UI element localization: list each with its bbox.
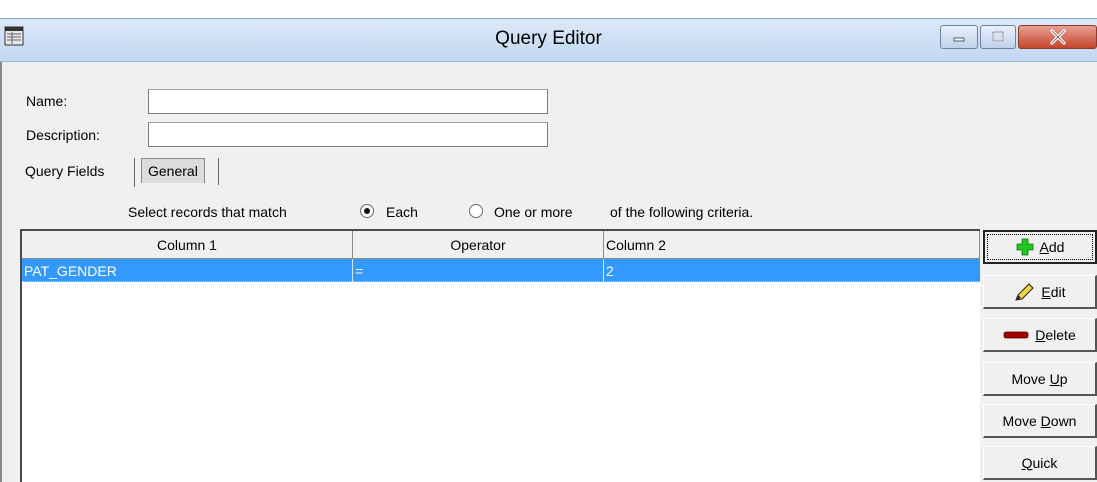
maximize-button[interactable] <box>980 25 1016 49</box>
move-down-button[interactable]: Move Down <box>983 404 1097 438</box>
title-bar[interactable]: Query Editor <box>0 18 1097 62</box>
table-row[interactable]: PAT_GENDER = 2 <box>22 259 980 282</box>
close-button[interactable] <box>1018 25 1097 49</box>
window-title: Query Editor <box>495 28 602 49</box>
radio-one-or-more-label[interactable]: One or more <box>494 204 573 220</box>
criteria-grid[interactable]: Column 1 Operator Column 2 PAT_GENDER = … <box>20 229 980 482</box>
criteria-prefix: Select records that match <box>128 204 287 220</box>
criteria-suffix: of the following criteria. <box>610 204 754 220</box>
edit-button-label: Edit <box>1041 283 1066 300</box>
column-header-column2[interactable]: Column 2 <box>604 231 980 259</box>
add-button-label: Add <box>1039 239 1065 255</box>
move-up-button[interactable]: Move Up <box>983 362 1097 396</box>
move-up-button-label: Move Up <box>1011 370 1068 387</box>
query-editor-window: Query Editor Name: Description: Query Fi… <box>0 0 1097 482</box>
column-header-operator[interactable]: Operator <box>353 231 604 259</box>
minimize-button[interactable] <box>940 25 978 49</box>
maximize-icon <box>992 31 1004 42</box>
pencil-icon <box>1015 282 1035 301</box>
edit-button[interactable]: Edit <box>983 275 1097 309</box>
delete-button[interactable]: Delete <box>983 318 1097 352</box>
column-header-column1[interactable]: Column 1 <box>22 231 353 259</box>
radio-each[interactable] <box>360 204 374 218</box>
description-field[interactable] <box>148 122 548 147</box>
radio-one-or-more[interactable] <box>469 204 483 218</box>
move-down-button-label: Move Down <box>1002 412 1077 429</box>
description-label: Description: <box>26 127 100 143</box>
cell-operator: = <box>353 259 604 282</box>
cell-column2: 2 <box>606 262 614 279</box>
red-minus-icon <box>1003 331 1029 338</box>
tab-query-fields[interactable]: Query Fields <box>19 158 111 183</box>
radio-each-label[interactable]: Each <box>386 204 418 220</box>
grid-header: Column 1 Operator Column 2 <box>22 231 980 259</box>
name-field[interactable] <box>148 89 548 114</box>
minimize-icon <box>953 37 965 42</box>
add-button[interactable]: Add <box>983 230 1097 264</box>
quick-button-label: Quick <box>1021 454 1058 471</box>
quick-button[interactable]: Quick <box>983 446 1097 480</box>
tab-divider <box>134 158 135 187</box>
tab-general[interactable]: General <box>141 158 205 183</box>
name-label: Name: <box>26 93 68 109</box>
close-icon <box>1049 29 1066 45</box>
tab-divider <box>218 158 219 185</box>
top-strip <box>0 0 1097 18</box>
delete-button-label: Delete <box>1035 326 1076 343</box>
cell-column1: PAT_GENDER <box>22 259 353 282</box>
green-plus-icon <box>1016 238 1033 256</box>
